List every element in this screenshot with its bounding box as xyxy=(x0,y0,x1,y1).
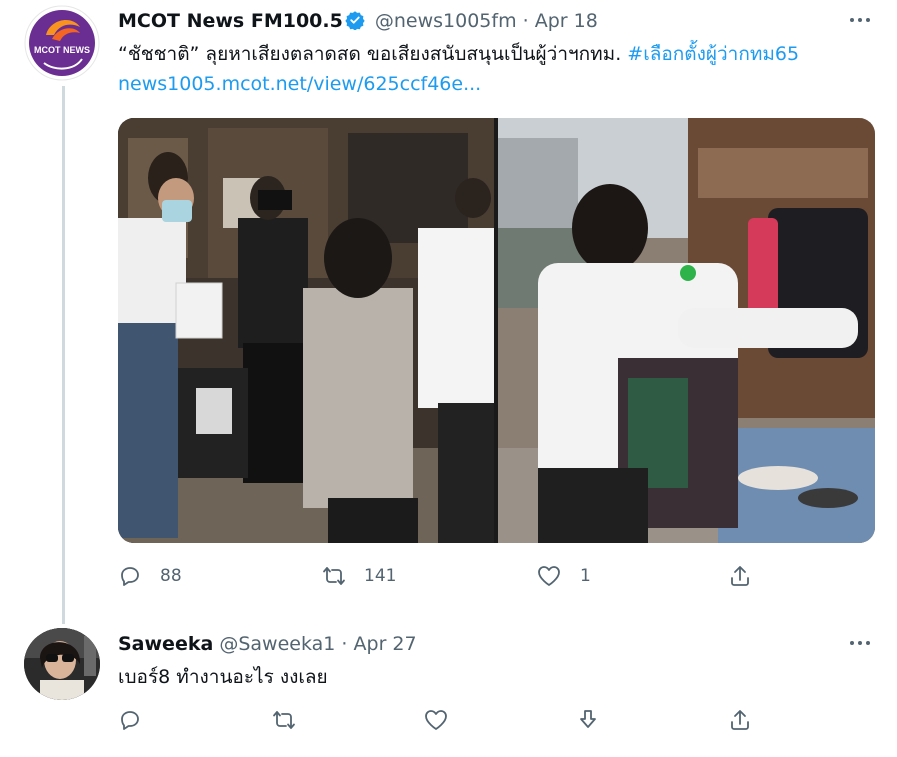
reply-download-action[interactable] xyxy=(576,708,600,732)
reply-like-action[interactable] xyxy=(423,708,449,732)
share-action[interactable] xyxy=(728,564,752,588)
reply-actions xyxy=(118,708,758,738)
reply-header-separator: · xyxy=(341,633,348,655)
like-count: 1 xyxy=(580,566,591,586)
download-icon[interactable] xyxy=(576,708,600,732)
reply-date[interactable]: Apr 27 xyxy=(354,633,417,655)
retweet-icon[interactable] xyxy=(272,708,296,732)
reply-count: 88 xyxy=(160,566,182,586)
reply-share-action[interactable] xyxy=(728,708,752,732)
retweet-count: 141 xyxy=(364,566,397,586)
author-name[interactable]: MCOT News FM100.5 xyxy=(118,10,343,32)
like-icon[interactable] xyxy=(536,564,562,588)
thread-line xyxy=(62,86,65,624)
verified-badge-icon xyxy=(345,9,365,39)
tweet-photo-1[interactable] xyxy=(118,118,494,543)
tweet-photo-2[interactable] xyxy=(498,118,875,543)
reply-action[interactable]: 88 xyxy=(118,564,182,588)
reply-author-handle[interactable]: @Saweeka1 xyxy=(219,633,335,655)
tweet-date[interactable]: Apr 18 xyxy=(535,10,598,32)
more-icon[interactable] xyxy=(845,10,875,30)
like-action[interactable]: 1 xyxy=(536,564,591,588)
tweet-body: “ชัชชาติ” ลุยหาเสียงตลาดสด ขอเสียงสนับสน… xyxy=(118,43,622,65)
like-icon[interactable] xyxy=(423,708,449,732)
retweet-action[interactable]: 141 xyxy=(322,564,396,588)
author-handle[interactable]: @news1005fm xyxy=(375,10,517,32)
avatar[interactable]: MCOT NEWS xyxy=(24,5,100,81)
reply-icon[interactable] xyxy=(118,708,142,732)
share-icon[interactable] xyxy=(728,708,752,732)
reply-icon[interactable] xyxy=(118,564,142,588)
media-gallery[interactable] xyxy=(118,118,875,543)
reply-retweet-action[interactable] xyxy=(272,708,296,732)
reply-header: Saweeka @Saweeka1 · Apr 27 xyxy=(118,629,417,659)
reply-author-name[interactable]: Saweeka xyxy=(118,633,213,655)
svg-text:MCOT NEWS: MCOT NEWS xyxy=(34,45,90,55)
reply-reply-action[interactable] xyxy=(118,708,142,732)
tweet-header: MCOT News FM100.5 @news1005fm · Apr 18 xyxy=(118,6,598,39)
retweet-icon[interactable] xyxy=(322,564,346,588)
tweet-actions: 88 141 1 xyxy=(118,564,758,594)
more-icon[interactable] xyxy=(845,633,875,653)
mcot-logo-icon: MCOT NEWS xyxy=(24,5,100,81)
tweet-text: “ชัชชาติ” ลุยหาเสียงตลาดสด ขอเสียงสนับสน… xyxy=(118,39,858,99)
hashtag-link[interactable]: #เลือกตั้งผู้ว่ากทม65 xyxy=(627,43,799,65)
share-icon[interactable] xyxy=(728,564,752,588)
profile-photo xyxy=(24,628,100,700)
url-link[interactable]: news1005.mcot.net/view/625ccf46e... xyxy=(118,73,481,95)
reply-avatar[interactable] xyxy=(24,628,100,700)
reply-text: เบอร์8 ทำงานอะไร งงเลย xyxy=(118,666,328,688)
header-separator: · xyxy=(522,10,529,32)
